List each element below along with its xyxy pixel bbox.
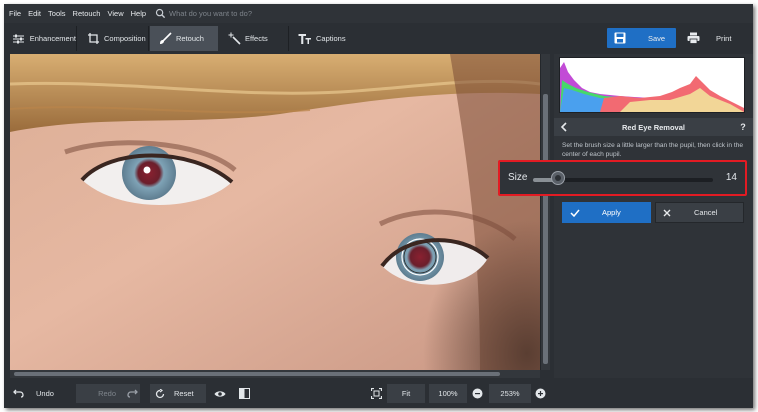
- print-button[interactable]: Print: [680, 28, 749, 48]
- redo-icon: [124, 386, 140, 402]
- tab-captions[interactable]: Captions: [290, 26, 356, 51]
- menu-bar: File Edit Tools Retouch View Help: [4, 4, 753, 23]
- redo-label: Redo: [98, 389, 116, 398]
- search-icon: [155, 8, 166, 19]
- tab-label: Composition: [104, 34, 146, 43]
- horizontal-scrollbar[interactable]: [10, 370, 540, 378]
- print-label: Print: [716, 33, 732, 43]
- zoom-in-button[interactable]: [532, 384, 548, 403]
- app-window: File Edit Tools Retouch View Help What d…: [4, 4, 753, 408]
- tab-retouch[interactable]: Retouch: [150, 26, 218, 51]
- brush-icon: [158, 32, 172, 46]
- bottom-bar: Undo Redo Reset Fit 100% 253%: [4, 378, 753, 408]
- crop-icon: [86, 32, 100, 46]
- instructions-text: Set the brush size a little larger than …: [562, 142, 744, 158]
- reset-label: Reset: [174, 389, 194, 398]
- sliders-icon: [12, 32, 26, 46]
- compare-icon: [236, 386, 252, 402]
- panel-title: Red Eye Removal: [622, 122, 685, 132]
- save-button[interactable]: Save: [607, 28, 676, 48]
- checkmark-icon: [566, 209, 584, 217]
- zoom-100-button[interactable]: 100%: [429, 384, 467, 403]
- compare-button[interactable]: [236, 384, 254, 403]
- undo-icon: [10, 386, 26, 402]
- help-button[interactable]: ?: [735, 122, 751, 132]
- close-icon: [658, 209, 676, 217]
- reset-icon: [152, 386, 168, 402]
- back-arrow-icon[interactable]: [556, 118, 572, 136]
- undo-button[interactable]: Undo: [10, 384, 74, 403]
- magic-wand-icon: [227, 32, 241, 46]
- zoom-100-label: 100%: [438, 389, 458, 398]
- zoom-in-icon: [532, 386, 548, 402]
- photo-image: [10, 54, 540, 370]
- menu-help[interactable]: Help: [131, 9, 146, 18]
- menu-tools[interactable]: Tools: [48, 9, 66, 18]
- cancel-button[interactable]: Cancel: [655, 202, 744, 223]
- save-label: Save: [648, 33, 666, 43]
- tab-effects[interactable]: Effects: [219, 26, 289, 51]
- size-value: 14: [725, 172, 737, 183]
- size-slider-highlight: Size 14: [498, 160, 747, 196]
- apply-button[interactable]: Apply: [562, 202, 651, 223]
- scrollbar-thumb[interactable]: [14, 372, 500, 376]
- size-label: Size: [508, 172, 528, 183]
- tab-label: Retouch: [176, 34, 204, 43]
- fit-button[interactable]: Fit: [387, 384, 425, 403]
- zoom-out-button[interactable]: [469, 384, 485, 403]
- tab-label: Effects: [245, 34, 268, 43]
- reset-button[interactable]: Reset: [150, 384, 206, 403]
- fit-screen-button[interactable]: [368, 384, 386, 403]
- toolbar: Enhancement Composition Retouch Effects …: [4, 26, 753, 51]
- tab-enhancement[interactable]: Enhancement: [4, 26, 77, 51]
- vertical-scrollbar[interactable]: [540, 54, 550, 370]
- zoom-level-display[interactable]: 253%: [489, 384, 531, 403]
- tab-label: Enhancement: [29, 34, 76, 43]
- printer-icon: [683, 28, 703, 48]
- panel-header: Red Eye Removal ?: [554, 118, 753, 136]
- undo-label: Undo: [36, 389, 54, 398]
- menu-edit[interactable]: Edit: [28, 9, 41, 18]
- cancel-label: Cancel: [694, 208, 718, 217]
- fit-screen-icon: [368, 386, 384, 402]
- histogram: [559, 57, 745, 113]
- scrollbar-thumb[interactable]: [543, 94, 548, 364]
- floppy-disk-icon: [610, 28, 630, 48]
- text-icon: [298, 32, 312, 46]
- fit-label: Fit: [401, 389, 411, 398]
- search-input[interactable]: [169, 9, 320, 18]
- search-box[interactable]: [155, 8, 320, 19]
- redo-button[interactable]: Redo: [76, 384, 140, 403]
- preview-eye-button[interactable]: [212, 384, 230, 403]
- menu-retouch[interactable]: Retouch: [73, 9, 101, 18]
- tab-composition[interactable]: Composition: [78, 26, 149, 51]
- zoom-out-icon: [469, 386, 485, 402]
- tab-label: Captions: [316, 34, 346, 43]
- eye-icon: [212, 386, 228, 402]
- photo-canvas[interactable]: [10, 54, 540, 370]
- zoom-level-value: 253%: [500, 389, 520, 398]
- menu-view[interactable]: View: [107, 9, 123, 18]
- size-slider-thumb[interactable]: [551, 171, 566, 185]
- menu-file[interactable]: File: [9, 9, 21, 18]
- apply-label: Apply: [602, 208, 621, 217]
